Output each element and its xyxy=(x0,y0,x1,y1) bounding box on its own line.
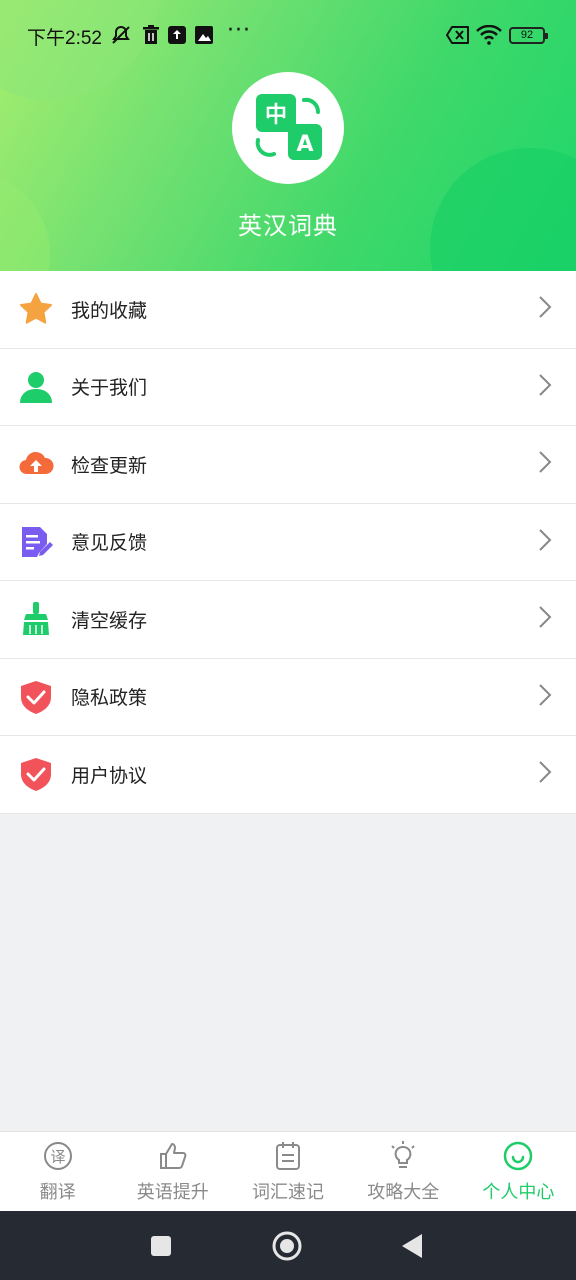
translate-icon: 译 xyxy=(42,1140,74,1172)
chevron-right-icon xyxy=(538,373,552,401)
app-title: 英汉词典 xyxy=(238,212,338,240)
translate-logo-icon: 中 A xyxy=(255,94,322,160)
menu-item-favorites[interactable]: 我的收藏 xyxy=(0,271,576,349)
menu-item-feedback[interactable]: 意见反馈 xyxy=(0,504,576,581)
tab-label: 个人中心 xyxy=(482,1182,555,1203)
tab-label: 词汇速记 xyxy=(252,1182,324,1203)
broom-icon xyxy=(18,601,54,637)
menu-item-label: 隐私政策 xyxy=(71,687,148,710)
status-bar: 下午2:52 ··· 92 xyxy=(0,0,576,72)
trash-icon xyxy=(142,24,160,46)
menu-item-label: 清空缓存 xyxy=(71,609,148,632)
home-button[interactable] xyxy=(272,1231,302,1261)
logo-en-char: A xyxy=(296,132,313,157)
menu-item-label: 检查更新 xyxy=(71,454,148,477)
logo-zh-char: 中 xyxy=(265,103,287,128)
upload-icon xyxy=(168,24,186,46)
back-button[interactable] xyxy=(400,1233,424,1259)
wifi-icon xyxy=(476,24,502,46)
star-icon xyxy=(18,291,54,327)
menu-item-check-update[interactable]: 检查更新 xyxy=(0,426,576,504)
mute-icon xyxy=(110,24,132,46)
chevron-right-icon xyxy=(538,450,552,478)
lightbulb-icon xyxy=(387,1140,419,1172)
user-icon xyxy=(18,369,54,405)
menu-item-about[interactable]: 关于我们 xyxy=(0,349,576,426)
recents-button[interactable] xyxy=(150,1235,172,1257)
menu-item-label: 意见反馈 xyxy=(71,532,148,555)
feedback-doc-icon xyxy=(18,524,54,560)
menu-item-label: 关于我们 xyxy=(71,377,148,400)
menu-item-label: 我的收藏 xyxy=(71,299,148,322)
svg-text:译: 译 xyxy=(50,1148,65,1166)
chevron-right-icon xyxy=(538,528,552,556)
tab-vocab-memorize[interactable]: 词汇速记 xyxy=(230,1132,345,1211)
system-nav-bar xyxy=(0,1211,576,1280)
settings-menu: 我的收藏 关于我们 检查更新 意见反馈 清空缓存 隐私政策 用户协议 xyxy=(0,271,576,814)
tab-english-improve[interactable]: 英语提升 xyxy=(115,1132,230,1211)
cloud-upload-icon xyxy=(18,446,54,482)
tab-label: 翻译 xyxy=(39,1182,76,1203)
battery-indicator: 92 xyxy=(509,27,548,44)
status-time: 下午2:52 xyxy=(27,28,102,49)
chevron-right-icon xyxy=(538,605,552,633)
menu-item-label: 用户协议 xyxy=(71,764,148,787)
image-icon xyxy=(194,24,214,46)
shield-check-icon xyxy=(18,679,54,715)
shield-check-icon xyxy=(18,756,54,792)
tab-label: 攻略大全 xyxy=(367,1182,440,1203)
menu-item-privacy-policy[interactable]: 隐私政策 xyxy=(0,659,576,736)
tab-translate[interactable]: 译 翻译 xyxy=(0,1132,115,1211)
menu-item-clear-cache[interactable]: 清空缓存 xyxy=(0,581,576,659)
notepad-icon xyxy=(272,1140,304,1172)
app-logo: 中 A xyxy=(232,72,344,184)
smile-icon xyxy=(502,1140,534,1172)
bottom-tab-bar: 译 翻译 英语提升 词汇速记 攻略大全 个人中心 xyxy=(0,1131,576,1211)
more-notifications-icon: ··· xyxy=(227,18,251,43)
tab-personal-center[interactable]: 个人中心 xyxy=(461,1132,576,1211)
chevron-right-icon xyxy=(538,683,552,711)
profile-header: 下午2:52 ··· 92 中 A 英汉词典 xyxy=(0,0,576,271)
chevron-right-icon xyxy=(538,295,552,323)
tab-label: 英语提升 xyxy=(136,1182,209,1203)
menu-item-user-agreement[interactable]: 用户协议 xyxy=(0,736,576,814)
chevron-right-icon xyxy=(538,760,552,788)
tab-guides[interactable]: 攻略大全 xyxy=(346,1132,461,1211)
thumbs-up-icon xyxy=(157,1140,189,1172)
no-sim-icon xyxy=(446,24,470,46)
